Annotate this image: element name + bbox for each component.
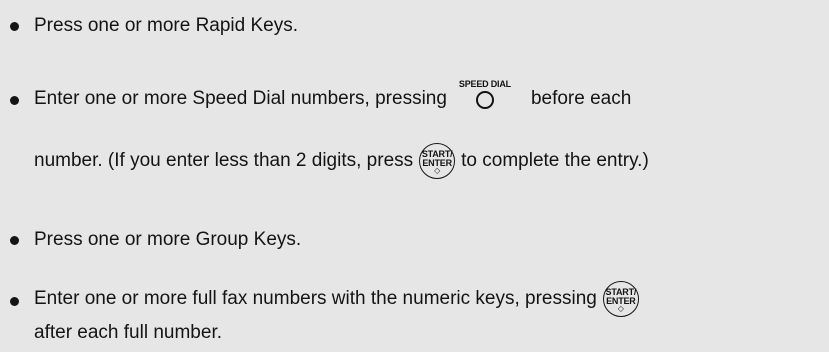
instruction-text: Press one or more Rapid Keys. [34, 15, 299, 36]
instruction-text: after each full number. [34, 322, 222, 343]
bullet-dot [10, 96, 19, 105]
instruction-text: Enter one or more full fax numbers with … [34, 288, 597, 309]
speed-dial-key-icon: SPEED DIAL [453, 79, 517, 119]
speed-dial-key-label: SPEED DIAL [458, 79, 511, 89]
instruction-text: before each [530, 88, 632, 109]
instruction-group-keys: Press one or more Group Keys. [34, 228, 301, 252]
instruction-text: to complete the entry.) [461, 150, 649, 171]
instruction-full-fax: Enter one or more full fax numbers with … [34, 281, 645, 317]
instruction-text: Enter one or more Speed Dial numbers, pr… [34, 88, 447, 109]
instruction-full-fax-continued: after each full number. [34, 321, 222, 345]
bullet-dot [10, 236, 19, 245]
bullet-dot [10, 22, 19, 31]
start-symbol-icon: ◇ [434, 166, 441, 175]
instruction-rapid-keys: Press one or more Rapid Keys. [34, 14, 298, 38]
start-enter-key-icon: START/ENTER ◇ [419, 143, 456, 179]
start-enter-key-icon: START/ENTER ◇ [602, 281, 639, 317]
instruction-text: Press one or more Group Keys. [34, 229, 302, 250]
instruction-speed-dial-continued: number. (If you enter less than 2 digits… [34, 143, 649, 179]
speed-dial-circle-icon [475, 91, 494, 109]
start-symbol-icon: ◇ [617, 304, 624, 313]
instruction-text: number. (If you enter less than 2 digits… [34, 150, 414, 171]
bullet-dot [10, 297, 19, 306]
instruction-speed-dial: Enter one or more Speed Dial numbers, pr… [34, 79, 631, 119]
